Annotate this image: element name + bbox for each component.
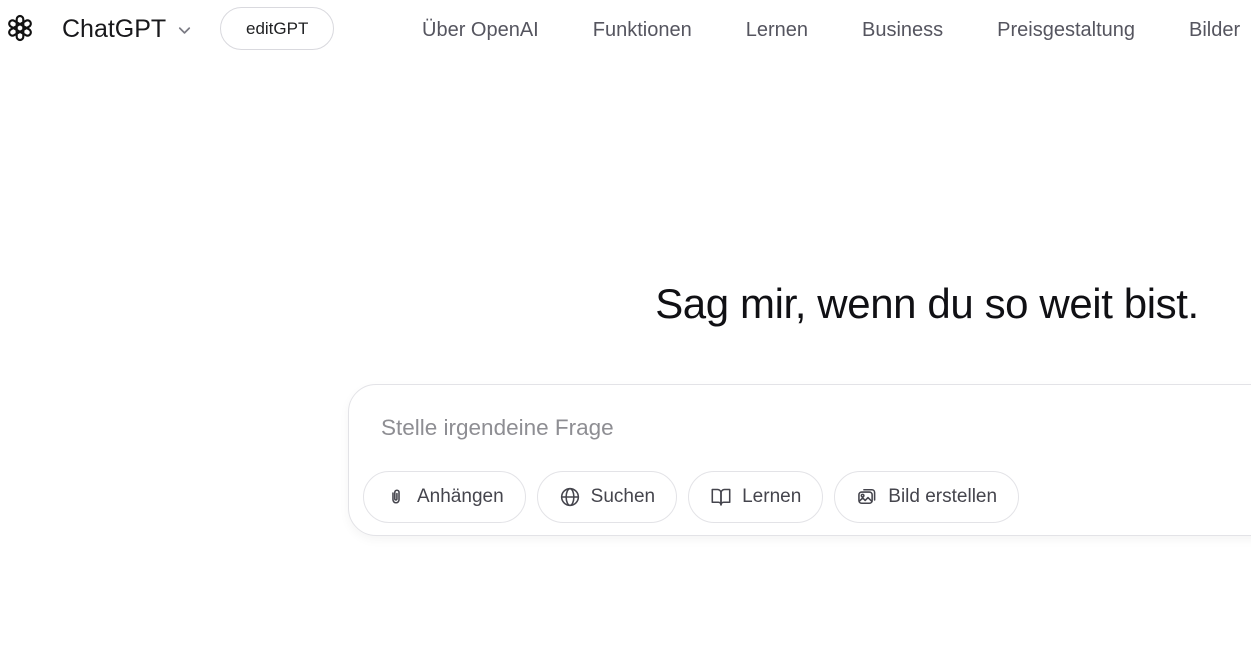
book-open-icon bbox=[710, 486, 732, 508]
attach-button[interactable]: Anhängen bbox=[363, 471, 526, 523]
chevron-down-icon bbox=[175, 18, 194, 40]
search-button[interactable]: Suchen bbox=[537, 471, 677, 523]
nav-item-preisgestaltung[interactable]: Preisgestaltung bbox=[997, 19, 1135, 42]
nav-item-lernen[interactable]: Lernen bbox=[746, 19, 808, 42]
nav-item-funktionen[interactable]: Funktionen bbox=[593, 19, 692, 42]
brand-label: ChatGPT bbox=[62, 15, 166, 44]
nav-item-ueber-openai[interactable]: Über OpenAI bbox=[422, 19, 539, 42]
chip-label: Bild erstellen bbox=[888, 486, 997, 508]
chip-label: Suchen bbox=[591, 486, 655, 508]
create-image-button[interactable]: Bild erstellen bbox=[834, 471, 1019, 523]
image-icon bbox=[856, 486, 878, 508]
composer-tool-chips: Anhängen Suchen Lernen bbox=[363, 471, 1019, 523]
prompt-composer[interactable]: Anhängen Suchen Lernen bbox=[348, 384, 1251, 536]
nav-item-bilder[interactable]: Bilder bbox=[1189, 19, 1240, 42]
top-navigation-bar: ChatGPT editGPT Über OpenAI Funktionen L… bbox=[0, 0, 1251, 60]
paperclip-icon bbox=[385, 486, 407, 508]
chatgpt-brand-menu[interactable]: ChatGPT bbox=[62, 0, 194, 58]
prompt-input[interactable] bbox=[379, 408, 1219, 448]
chip-label: Anhängen bbox=[417, 486, 504, 508]
editgpt-button[interactable]: editGPT bbox=[220, 7, 334, 50]
openai-logo-icon[interactable] bbox=[5, 13, 35, 43]
page-title: Sag mir, wenn du so weit bist. bbox=[348, 280, 1251, 328]
main-nav: Über OpenAI Funktionen Lernen Business P… bbox=[422, 0, 1240, 60]
globe-icon bbox=[559, 486, 581, 508]
nav-item-business[interactable]: Business bbox=[862, 19, 943, 42]
learn-button[interactable]: Lernen bbox=[688, 471, 823, 523]
chip-label: Lernen bbox=[742, 486, 801, 508]
